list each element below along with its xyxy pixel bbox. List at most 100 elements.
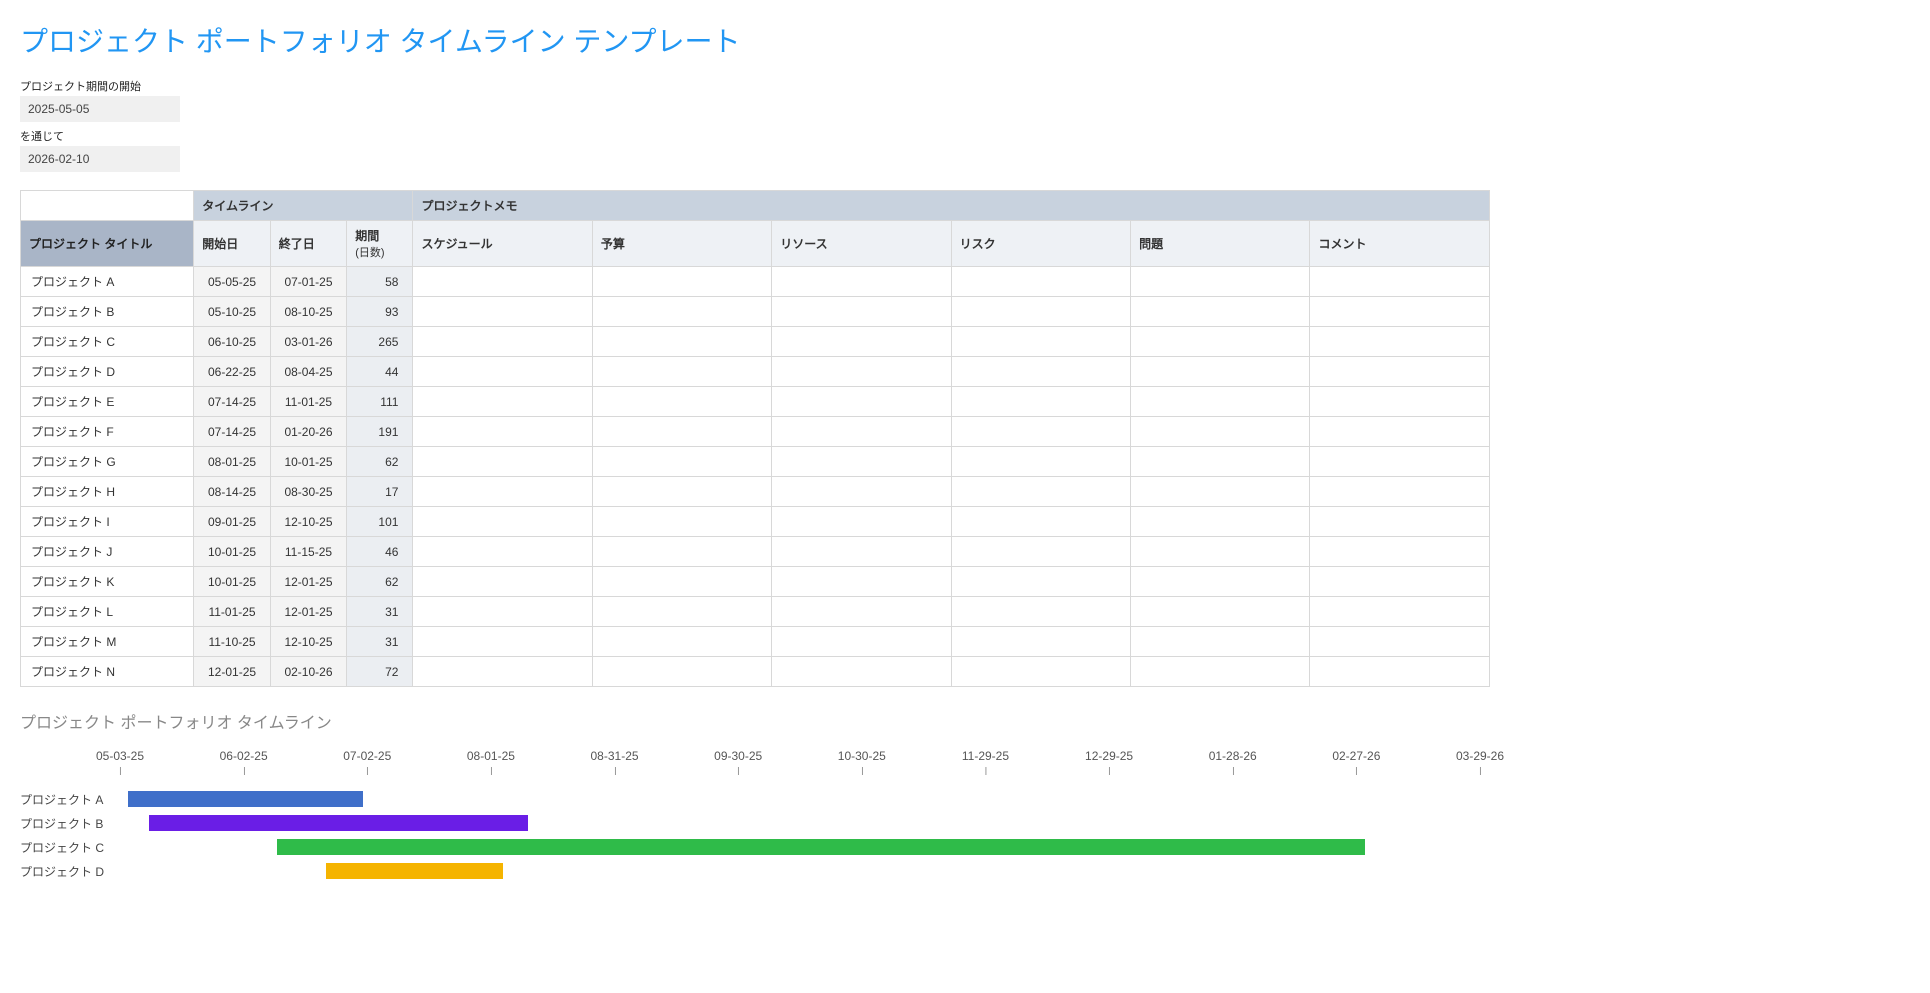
cell-days[interactable]: 31 [347, 627, 413, 657]
cell-risk[interactable] [951, 597, 1130, 627]
cell-budget[interactable] [592, 627, 771, 657]
cell-comment[interactable] [1310, 417, 1490, 447]
cell-project-name[interactable]: プロジェクト K [21, 567, 194, 597]
cell-resources[interactable] [772, 477, 951, 507]
gantt-bar[interactable] [128, 791, 363, 807]
cell-risk[interactable] [951, 327, 1130, 357]
cell-project-name[interactable]: プロジェクト F [21, 417, 194, 447]
cell-days[interactable]: 46 [347, 537, 413, 567]
cell-start[interactable]: 10-01-25 [194, 537, 270, 567]
cell-risk[interactable] [951, 627, 1130, 657]
cell-project-name[interactable]: プロジェクト D [21, 357, 194, 387]
cell-budget[interactable] [592, 537, 771, 567]
table-row[interactable]: プロジェクト G08-01-2510-01-2562 [21, 447, 1490, 477]
cell-start[interactable]: 09-01-25 [194, 507, 270, 537]
cell-project-name[interactable]: プロジェクト B [21, 297, 194, 327]
cell-budget[interactable] [592, 477, 771, 507]
table-row[interactable]: プロジェクト J10-01-2511-15-2546 [21, 537, 1490, 567]
cell-comment[interactable] [1310, 627, 1490, 657]
cell-start[interactable]: 06-10-25 [194, 327, 270, 357]
cell-resources[interactable] [772, 417, 951, 447]
cell-schedule[interactable] [413, 357, 592, 387]
cell-schedule[interactable] [413, 417, 592, 447]
cell-project-name[interactable]: プロジェクト M [21, 627, 194, 657]
table-row[interactable]: プロジェクト A05-05-2507-01-2558 [21, 267, 1490, 297]
table-row[interactable]: プロジェクト H08-14-2508-30-2517 [21, 477, 1490, 507]
cell-schedule[interactable] [413, 477, 592, 507]
cell-risk[interactable] [951, 447, 1130, 477]
cell-comment[interactable] [1310, 477, 1490, 507]
cell-start[interactable]: 10-01-25 [194, 567, 270, 597]
cell-resources[interactable] [772, 267, 951, 297]
cell-risk[interactable] [951, 267, 1130, 297]
cell-comment[interactable] [1310, 267, 1490, 297]
cell-issues[interactable] [1131, 417, 1310, 447]
period-end-value[interactable]: 2026-02-10 [20, 146, 180, 172]
cell-days[interactable]: 62 [347, 567, 413, 597]
cell-days[interactable]: 62 [347, 447, 413, 477]
cell-schedule[interactable] [413, 297, 592, 327]
cell-end[interactable]: 01-20-26 [270, 417, 346, 447]
table-row[interactable]: プロジェクト B05-10-2508-10-2593 [21, 297, 1490, 327]
cell-resources[interactable] [772, 567, 951, 597]
cell-issues[interactable] [1131, 297, 1310, 327]
cell-schedule[interactable] [413, 657, 592, 687]
table-row[interactable]: プロジェクト F07-14-2501-20-26191 [21, 417, 1490, 447]
cell-comment[interactable] [1310, 327, 1490, 357]
table-row[interactable]: プロジェクト D06-22-2508-04-2544 [21, 357, 1490, 387]
cell-budget[interactable] [592, 417, 771, 447]
cell-schedule[interactable] [413, 627, 592, 657]
cell-days[interactable]: 72 [347, 657, 413, 687]
cell-resources[interactable] [772, 537, 951, 567]
cell-end[interactable]: 02-10-26 [270, 657, 346, 687]
cell-schedule[interactable] [413, 507, 592, 537]
cell-end[interactable]: 08-30-25 [270, 477, 346, 507]
cell-start[interactable]: 07-14-25 [194, 387, 270, 417]
cell-end[interactable]: 03-01-26 [270, 327, 346, 357]
cell-schedule[interactable] [413, 447, 592, 477]
table-row[interactable]: プロジェクト E07-14-2511-01-25111 [21, 387, 1490, 417]
gantt-bar[interactable] [277, 839, 1365, 855]
cell-schedule[interactable] [413, 267, 592, 297]
cell-days[interactable]: 58 [347, 267, 413, 297]
cell-issues[interactable] [1131, 267, 1310, 297]
cell-issues[interactable] [1131, 597, 1310, 627]
cell-comment[interactable] [1310, 657, 1490, 687]
gantt-bar[interactable] [326, 863, 503, 879]
cell-comment[interactable] [1310, 297, 1490, 327]
cell-issues[interactable] [1131, 537, 1310, 567]
table-row[interactable]: プロジェクト I09-01-2512-10-25101 [21, 507, 1490, 537]
cell-risk[interactable] [951, 477, 1130, 507]
table-row[interactable]: プロジェクト C06-10-2503-01-26265 [21, 327, 1490, 357]
cell-resources[interactable] [772, 507, 951, 537]
cell-schedule[interactable] [413, 537, 592, 567]
cell-schedule[interactable] [413, 387, 592, 417]
cell-schedule[interactable] [413, 597, 592, 627]
cell-project-name[interactable]: プロジェクト N [21, 657, 194, 687]
cell-issues[interactable] [1131, 567, 1310, 597]
cell-end[interactable]: 11-15-25 [270, 537, 346, 567]
cell-comment[interactable] [1310, 537, 1490, 567]
cell-budget[interactable] [592, 507, 771, 537]
cell-start[interactable]: 12-01-25 [194, 657, 270, 687]
cell-resources[interactable] [772, 297, 951, 327]
cell-start[interactable]: 07-14-25 [194, 417, 270, 447]
cell-end[interactable]: 12-01-25 [270, 567, 346, 597]
cell-project-name[interactable]: プロジェクト J [21, 537, 194, 567]
cell-resources[interactable] [772, 327, 951, 357]
table-row[interactable]: プロジェクト M11-10-2512-10-2531 [21, 627, 1490, 657]
cell-project-name[interactable]: プロジェクト G [21, 447, 194, 477]
cell-issues[interactable] [1131, 477, 1310, 507]
cell-project-name[interactable]: プロジェクト I [21, 507, 194, 537]
cell-resources[interactable] [772, 447, 951, 477]
cell-end[interactable]: 12-10-25 [270, 507, 346, 537]
cell-start[interactable]: 11-10-25 [194, 627, 270, 657]
cell-end[interactable]: 12-10-25 [270, 627, 346, 657]
cell-comment[interactable] [1310, 357, 1490, 387]
cell-days[interactable]: 93 [347, 297, 413, 327]
cell-risk[interactable] [951, 417, 1130, 447]
cell-days[interactable]: 265 [347, 327, 413, 357]
cell-comment[interactable] [1310, 387, 1490, 417]
cell-start[interactable]: 11-01-25 [194, 597, 270, 627]
cell-days[interactable]: 17 [347, 477, 413, 507]
